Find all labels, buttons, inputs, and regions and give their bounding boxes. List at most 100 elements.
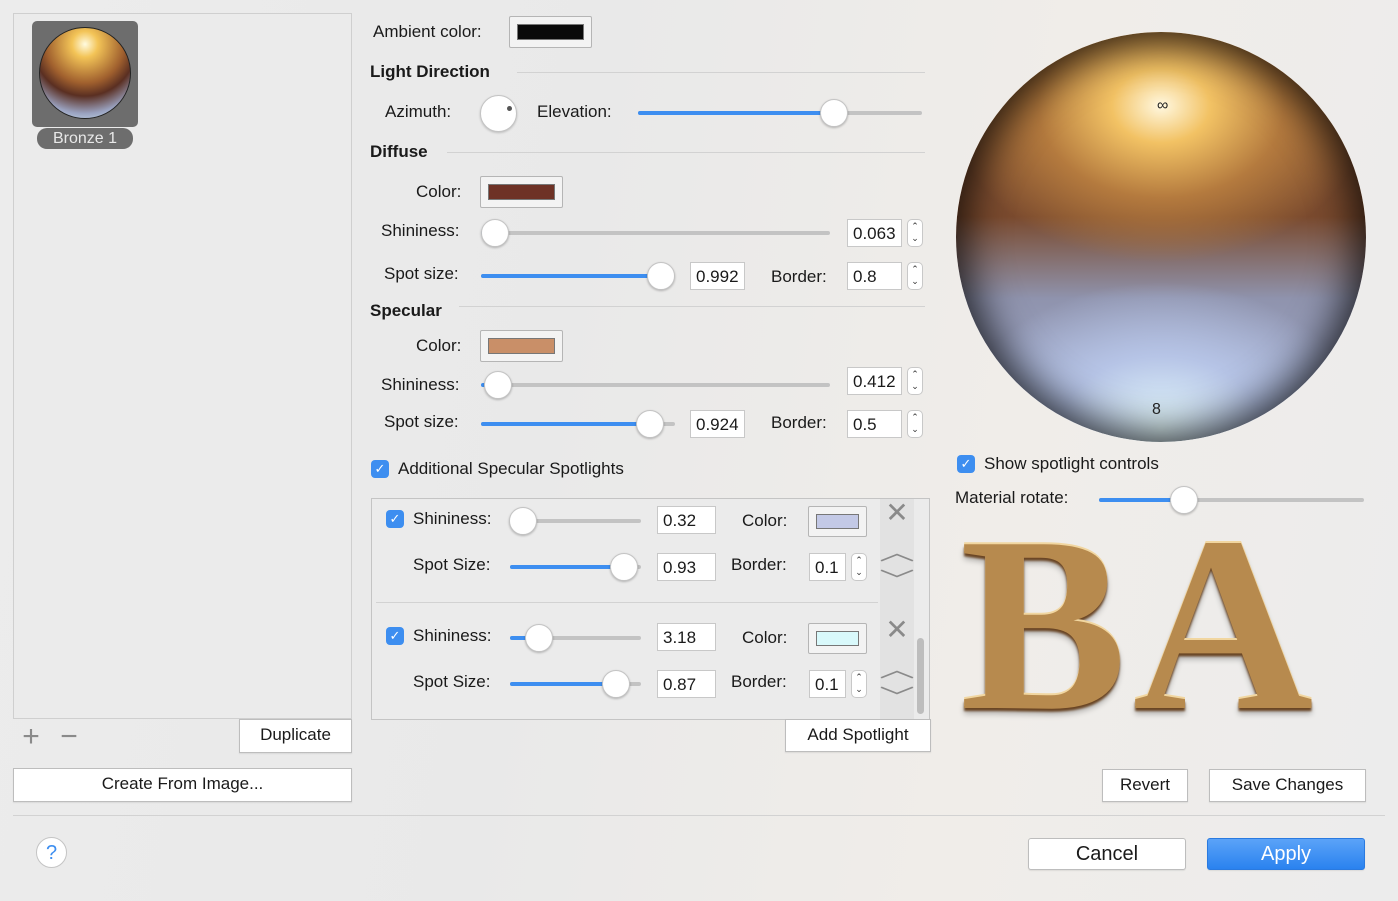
slider-fill — [510, 682, 617, 686]
spotlight-shininess-field[interactable]: 3.18 — [657, 623, 716, 651]
spotlight-spot-slider[interactable] — [510, 670, 641, 698]
diffuse-border-stepper[interactable]: ⌃ ⌄ — [907, 262, 923, 290]
specular-border-stepper[interactable]: ⌃ ⌄ — [907, 410, 923, 438]
plus-icon[interactable]: + — [18, 722, 44, 752]
diffuse-border-label: Border: — [771, 267, 827, 286]
slider-knob[interactable] — [602, 670, 631, 698]
specular-shininess-stepper[interactable]: ⌃ ⌄ — [907, 367, 923, 395]
diffuse-heading: Diffuse — [370, 142, 428, 161]
move-down-icon[interactable]: ﹀ — [876, 563, 918, 595]
show-spotlight-controls-label: Show spotlight controls — [984, 454, 1159, 473]
material-item-bronze-1[interactable] — [32, 21, 138, 127]
ambient-color-label: Ambient color: — [373, 22, 482, 41]
spotlight-handle-icon[interactable]: ∞ — [1157, 97, 1168, 115]
specular-color-label: Color: — [416, 336, 462, 355]
spotlight-enabled-checkbox[interactable]: ✓ — [386, 627, 404, 645]
spotlight-spot-field[interactable]: 0.87 — [657, 670, 716, 698]
specular-border-label: Border: — [771, 413, 827, 432]
specular-border-field[interactable]: 0.5 — [847, 410, 902, 438]
specular-shininess-field[interactable]: 0.412 — [847, 367, 902, 395]
specular-shininess-label: Shininess: — [381, 375, 460, 394]
remove-spotlight-icon[interactable]: ✕ — [884, 496, 910, 529]
create-from-image-button[interactable]: Create From Image... — [13, 768, 352, 802]
spotlight-color-well[interactable] — [808, 623, 867, 654]
elevation-label: Elevation: — [537, 102, 612, 121]
diffuse-border-field[interactable]: 0.8 — [847, 262, 902, 290]
spotlight-border-field[interactable]: 0.1 — [809, 670, 846, 698]
diffuse-shininess-label: Shininess: — [381, 221, 460, 240]
revert-button[interactable]: Revert — [1102, 769, 1188, 802]
additional-spotlights-checkbox[interactable]: ✓ — [371, 460, 389, 478]
spotlight-spot-label: Spot Size: — [413, 672, 491, 691]
save-changes-button[interactable]: Save Changes — [1209, 769, 1366, 802]
spotlight-shininess-slider[interactable] — [509, 507, 641, 535]
color-swatch — [488, 184, 555, 200]
spotlight-shininess-slider[interactable] — [510, 624, 641, 652]
slider-knob[interactable] — [635, 410, 664, 438]
move-down-icon[interactable]: ﹀ — [876, 680, 918, 712]
slider-knob[interactable] — [819, 99, 848, 127]
elevation-slider[interactable] — [638, 99, 922, 127]
azimuth-label: Azimuth: — [385, 102, 452, 121]
material-preview-sphere[interactable] — [956, 32, 1366, 442]
diffuse-shininess-slider[interactable] — [480, 219, 830, 247]
spotlight-spot-label: Spot Size: — [413, 555, 491, 574]
slider-fill — [481, 422, 650, 426]
show-spotlight-controls-checkbox[interactable]: ✓ — [957, 455, 975, 473]
duplicate-button[interactable]: Duplicate — [239, 719, 352, 753]
spotlight-border-label: Border: — [731, 555, 787, 574]
minus-icon[interactable]: − — [56, 722, 82, 752]
spotlight-enabled-checkbox[interactable]: ✓ — [386, 510, 404, 528]
spotlight-shininess-label: Shininess: — [413, 626, 492, 645]
specular-shininess-slider[interactable] — [481, 371, 830, 399]
spotlight-color-label: Color: — [742, 511, 788, 530]
spotlight-shininess-field[interactable]: 0.32 — [657, 506, 716, 534]
diffuse-color-well[interactable] — [480, 176, 563, 208]
help-button[interactable]: ? — [36, 837, 67, 868]
spotlight-spot-field[interactable]: 0.93 — [657, 553, 716, 581]
specular-heading: Specular — [370, 301, 442, 320]
material-thumbnail — [39, 27, 131, 119]
spotlight-color-label: Color: — [742, 628, 788, 647]
apply-button[interactable]: Apply — [1207, 838, 1365, 870]
spotlight-shininess-label: Shininess: — [413, 509, 492, 528]
color-swatch — [488, 338, 555, 354]
color-swatch — [816, 631, 859, 646]
scrollbar[interactable] — [917, 638, 924, 714]
slider-knob[interactable] — [509, 507, 538, 535]
additional-spotlights-label: Additional Specular Spotlights — [398, 459, 624, 478]
ambient-color-well[interactable] — [509, 16, 592, 48]
remove-spotlight-icon[interactable]: ✕ — [884, 613, 910, 646]
specular-spot-field[interactable]: 0.924 — [690, 410, 745, 438]
cancel-button[interactable]: Cancel — [1028, 838, 1186, 870]
specular-spot-label: Spot size: — [384, 412, 459, 431]
slider-fill — [638, 111, 834, 115]
add-spotlight-button[interactable]: Add Spotlight — [785, 719, 931, 752]
specular-color-well[interactable] — [480, 330, 563, 362]
slider-knob[interactable] — [484, 371, 513, 399]
spotlight-border-field[interactable]: 0.1 — [809, 553, 846, 581]
spotlight-spot-slider[interactable] — [510, 553, 641, 581]
slider-fill — [481, 274, 662, 278]
slider-knob[interactable] — [480, 219, 509, 247]
material-item-label: Bronze 1 — [37, 128, 133, 149]
spotlight-handle-icon[interactable]: 8 — [1152, 401, 1161, 419]
slider-knob[interactable] — [524, 624, 553, 652]
spotlight-border-stepper[interactable]: ⌃ ⌄ — [851, 553, 867, 581]
azimuth-dial[interactable] — [480, 95, 517, 132]
diffuse-spot-label: Spot size: — [384, 264, 459, 283]
color-swatch — [816, 514, 859, 529]
diffuse-spot-field[interactable]: 0.992 — [690, 262, 745, 290]
diffuse-color-label: Color: — [416, 182, 462, 201]
spotlight-color-well[interactable] — [808, 506, 867, 537]
diffuse-shininess-stepper[interactable]: ⌃ ⌄ — [907, 219, 923, 247]
slider-knob[interactable] — [647, 262, 676, 290]
diffuse-shininess-field[interactable]: 0.063 — [847, 219, 902, 247]
color-swatch — [517, 24, 584, 40]
specular-spot-slider[interactable] — [481, 410, 675, 438]
spotlight-border-stepper[interactable]: ⌃ ⌄ — [851, 670, 867, 698]
spotlight-border-label: Border: — [731, 672, 787, 691]
slider-knob[interactable] — [609, 553, 638, 581]
diffuse-spot-slider[interactable] — [481, 262, 676, 290]
slider-fill — [510, 565, 624, 569]
